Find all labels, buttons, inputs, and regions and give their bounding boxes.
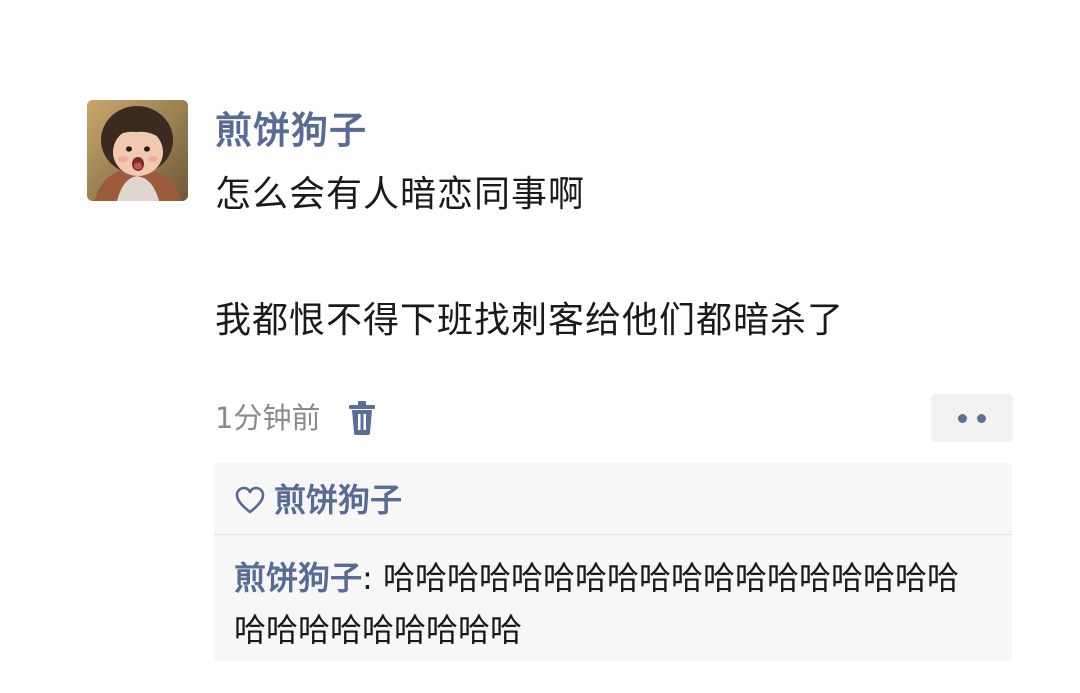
comment-author[interactable]: 煎饼狗子 — [234, 559, 362, 597]
more-actions-button[interactable] — [931, 394, 1013, 442]
likes-row: 煎饼狗子 — [234, 475, 402, 525]
post-meta: 1分钟前 — [215, 395, 378, 441]
likes-comments-panel: 煎饼狗子 煎饼狗子: 哈哈哈哈哈哈哈哈哈哈哈哈哈哈哈哈哈哈哈哈哈哈哈哈哈哈哈 — [214, 463, 1012, 662]
moments-post: 煎饼狗子 怎么会有人暗恋同事啊 我都恨不得下班找刺客给他们都暗杀了 1分钟前 煎 — [0, 0, 1080, 693]
comment-item[interactable]: 煎饼狗子: 哈哈哈哈哈哈哈哈哈哈哈哈哈哈哈哈哈哈哈哈哈哈哈哈哈哈哈 — [234, 552, 984, 656]
post-text-line: 怎么会有人暗恋同事啊 — [215, 174, 586, 215]
liker-name[interactable]: 煎饼狗子 — [274, 475, 402, 525]
avatar[interactable] — [87, 100, 188, 201]
comment-separator: : — [362, 559, 383, 597]
delete-button[interactable] — [346, 399, 378, 437]
trash-icon — [349, 401, 376, 435]
author-name[interactable]: 煎饼狗子 — [215, 106, 367, 156]
post-text-line: 我都恨不得下班找刺客给他们都暗杀了 — [215, 300, 845, 341]
divider — [214, 534, 1012, 535]
timestamp: 1分钟前 — [215, 401, 321, 435]
more-dots-icon — [977, 413, 986, 423]
heart-outline-icon — [234, 484, 266, 516]
avatar-image — [87, 100, 188, 201]
more-dots-icon — [958, 413, 967, 423]
